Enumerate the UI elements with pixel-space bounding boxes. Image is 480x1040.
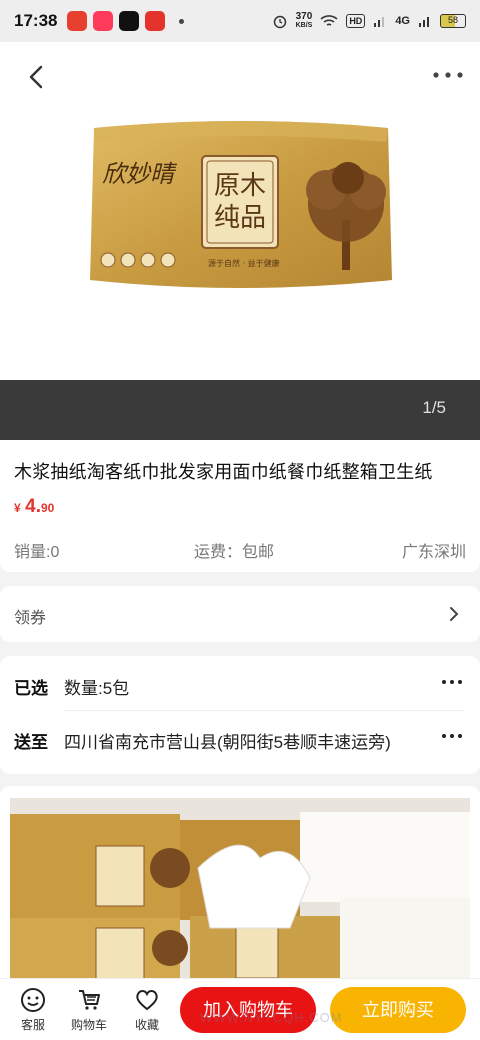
product-price: ¥ 4.90 xyxy=(14,496,55,517)
signal-icon xyxy=(374,17,385,27)
more-dots-icon xyxy=(442,734,462,738)
customer-service-label: 客服 xyxy=(20,1018,45,1032)
more-options-icon[interactable] xyxy=(430,62,466,88)
battery-icon: 58 xyxy=(440,14,466,28)
cart-tab[interactable]: 购物车 xyxy=(64,987,114,1033)
app-notification-icon xyxy=(145,11,166,31)
coupon-row[interactable]: 领券 xyxy=(0,586,480,642)
shipping-fee: 运费：包邮 xyxy=(194,544,275,561)
svg-text:原木: 原木 xyxy=(214,171,266,201)
favorite-label: 收藏 xyxy=(134,1018,159,1032)
app-notification-icon xyxy=(67,11,88,31)
more-notifications-icon xyxy=(179,18,185,24)
app-notification-icon xyxy=(93,11,114,31)
cart-label: 购物车 xyxy=(70,1018,107,1032)
product-detail-image xyxy=(10,798,470,986)
signal-icon xyxy=(419,17,429,27)
heart-icon xyxy=(136,990,158,1011)
tissue-stack-image xyxy=(10,798,470,986)
status-bar: 17:38 370 KB/S HD 4G 58 xyxy=(0,0,480,42)
gallery-index: 1/5 xyxy=(422,398,446,417)
customer-service-tab[interactable]: 客服 xyxy=(8,987,58,1033)
divider xyxy=(64,710,464,711)
chevron-right-icon xyxy=(450,607,459,621)
cart-icon xyxy=(79,990,100,1010)
tiktok-icon xyxy=(119,11,140,31)
hd-badge: HD xyxy=(346,14,366,28)
options-card: 已选 数量:5包 送至 四川省南充市营山县(朝阳街5巷顺丰速运旁) xyxy=(0,656,480,774)
alarm-icon xyxy=(273,15,286,29)
coupon-label: 领券 xyxy=(14,610,47,627)
sales-count: 销量:0 xyxy=(14,544,60,561)
selected-key: 已选 xyxy=(14,679,48,698)
back-arrow-icon[interactable] xyxy=(22,62,52,92)
product-detail-section xyxy=(0,786,480,986)
favorite-tab[interactable]: 收藏 xyxy=(122,987,172,1033)
ship-to-address: 四川省南充市营山县(朝阳街5巷顺丰速运旁) xyxy=(64,733,391,752)
tissue-pack-image: 原木 纯品 欣妙晴 源于自然 · 益于健康 xyxy=(90,121,392,288)
gallery-pager: 1/5 xyxy=(0,380,480,440)
wifi-icon xyxy=(320,15,338,26)
svg-text:欣妙晴: 欣妙晴 xyxy=(102,160,178,188)
bottom-action-bar: 客服 购物车 收藏 加入购物车 立即购买 xyxy=(0,978,480,1040)
svg-text:纯品: 纯品 xyxy=(214,203,266,233)
more-dots-icon xyxy=(442,680,462,684)
selected-spec-row[interactable]: 已选 数量:5包 xyxy=(0,658,480,711)
buy-now-button[interactable]: 立即购买 xyxy=(330,987,466,1033)
product-info-card: 木浆抽纸淘客纸巾批发家用面巾纸餐巾纸整箱卫生纸 ¥ 4.90 销量:0 运费：包… xyxy=(0,440,480,572)
net-speed: 370 KB/S xyxy=(295,11,313,30)
ship-from-location: 广东深圳 xyxy=(401,544,466,561)
clock: 17:38 xyxy=(14,11,58,30)
ship-to-key: 送至 xyxy=(14,733,48,752)
network-type: 4G xyxy=(395,15,410,27)
selected-value: 数量:5包 xyxy=(64,679,130,698)
product-gallery[interactable]: 原木 纯品 欣妙晴 源于自然 · 益于健康 xyxy=(0,42,480,380)
watermark: WWW.NYTCQH.COM xyxy=(200,1010,343,1025)
ship-to-row[interactable]: 送至 四川省南充市营山县(朝阳街5巷顺丰速运旁) xyxy=(0,712,480,764)
customer-service-icon xyxy=(21,988,45,1012)
svg-text:源于自然 · 益于健康: 源于自然 · 益于健康 xyxy=(208,258,280,268)
product-title: 木浆抽纸淘客纸巾批发家用面巾纸餐巾纸整箱卫生纸 xyxy=(14,462,433,482)
